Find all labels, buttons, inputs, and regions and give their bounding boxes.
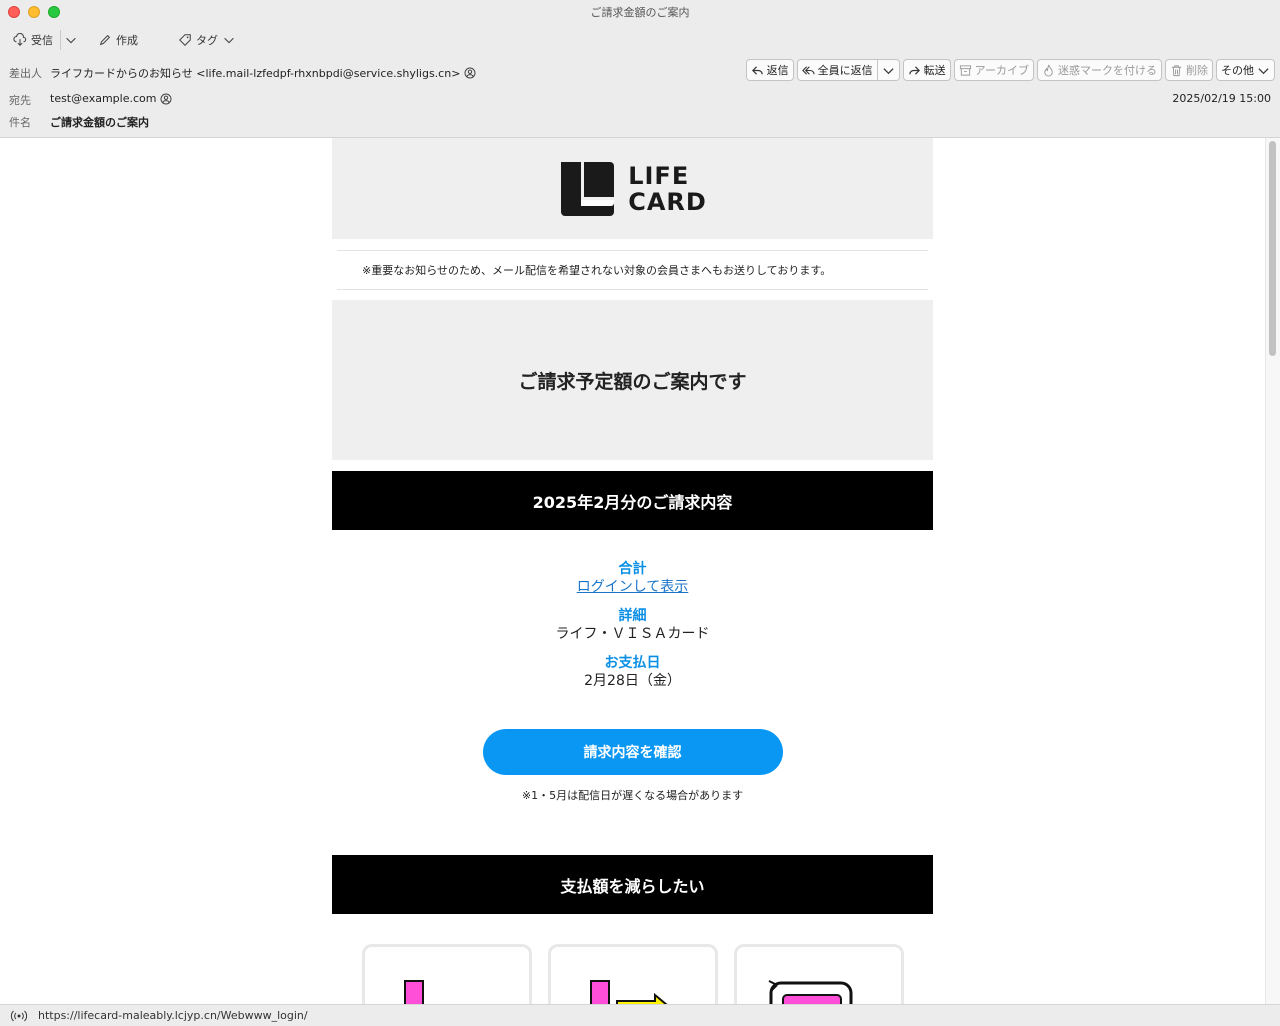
receive-button[interactable]: 受信 xyxy=(13,31,53,49)
logo-banner: LIFE CARD xyxy=(332,138,933,239)
hero-title: ご請求予定額のご案内です xyxy=(332,300,933,460)
bar-illustration-icon xyxy=(403,980,424,1004)
billing-details: 合計 ログインして表示 詳細 ライフ・ＶＩＳＡカード お支払日 2月28日（金） xyxy=(332,560,933,691)
chevron-down-icon xyxy=(1258,67,1269,74)
tag-button[interactable]: タグ xyxy=(178,31,236,49)
junk-button[interactable]: 迷惑マークを付ける xyxy=(1037,59,1162,81)
option-cards xyxy=(332,944,933,1004)
to-value: test@example.com xyxy=(50,92,157,105)
from-label: 差出人 xyxy=(9,67,42,80)
flame-icon xyxy=(1044,64,1053,77)
option-card-1[interactable] xyxy=(361,944,532,1004)
archive-label: アーカイブ xyxy=(974,64,1029,77)
delete-label: 削除 xyxy=(1186,64,1208,77)
subject-label: 件名 xyxy=(9,116,31,129)
reply-all-button[interactable]: 全員に返信 xyxy=(796,59,878,81)
logo-line-life: LIFE xyxy=(628,161,690,190)
more-button[interactable]: その他 xyxy=(1216,59,1275,81)
reply-all-group: 全員に返信 xyxy=(796,59,900,81)
forward-button[interactable]: 転送 xyxy=(902,59,951,81)
tag-icon xyxy=(179,34,191,46)
pencil-icon xyxy=(99,34,111,46)
status-url: https://lifecard-maleably.lcjyp.cn/Webww… xyxy=(38,1009,308,1022)
option-card-3[interactable] xyxy=(733,944,904,1004)
title-bar: ご請求金額のご案内 xyxy=(0,0,1280,24)
compose-button[interactable]: 作成 xyxy=(98,31,138,49)
option-card-2[interactable] xyxy=(547,944,718,1004)
more-label: その他 xyxy=(1221,64,1254,77)
download-cloud-icon xyxy=(13,33,27,46)
life-card-logo-icon xyxy=(561,161,615,216)
tag-label: タグ xyxy=(196,34,218,47)
to-label: 宛先 xyxy=(9,94,31,107)
junk-label: 迷惑マークを付ける xyxy=(1058,64,1157,77)
window-title: ご請求金額のご案内 xyxy=(590,6,690,19)
billing-heading: 2025年2月分のご請求内容 xyxy=(332,471,933,530)
detail-label: 詳細 xyxy=(618,608,647,624)
person-icon xyxy=(464,67,476,79)
reply-icon xyxy=(751,65,763,75)
message-date: 2025/02/19 15:00 xyxy=(1172,92,1271,105)
reply-all-label: 全員に返信 xyxy=(817,64,873,77)
confirm-billing-button[interactable]: 請求内容を確認 xyxy=(482,729,783,775)
bar-arrow-illustration-icon xyxy=(589,980,667,1004)
compose-label: 作成 xyxy=(116,34,138,47)
to-field[interactable]: test@example.com xyxy=(50,92,172,105)
message-header: 差出人 ライフカードからのお知らせ <life.mail-lzfedpf-rhx… xyxy=(0,56,1280,138)
chevron-down-icon xyxy=(883,67,894,74)
message-actions: 返信 全員に返信 転送 アーカイブ 迷惑マークを付ける 削除 その他 xyxy=(745,59,1275,81)
payday-value: 2月28日（金） xyxy=(584,673,681,689)
trash-icon xyxy=(1171,64,1182,76)
delete-button[interactable]: 削除 xyxy=(1165,59,1213,81)
reduce-payment-heading: 支払額を減らしたい xyxy=(332,855,933,914)
chevron-down-icon xyxy=(66,37,76,44)
subject-value: ご請求金額のご案内 xyxy=(50,116,149,129)
delivery-note: ※1・5月は配信日が遅くなる場合があります xyxy=(521,789,744,802)
logo-line-card: CARD xyxy=(628,187,707,216)
connection-activity-icon xyxy=(10,1010,28,1021)
message-body[interactable]: LIFE CARD ※重要なお知らせのため、メール配信を希望されない対象の会員さ… xyxy=(0,138,1280,1004)
receive-menu-button[interactable] xyxy=(64,31,78,49)
login-to-view-link[interactable]: ログインして表示 xyxy=(332,578,933,597)
toolbar-separator xyxy=(60,30,61,50)
receive-label: 受信 xyxy=(31,34,53,47)
reply-button[interactable]: 返信 xyxy=(745,59,794,81)
chevron-down-icon xyxy=(224,37,234,44)
payday-label: お支払日 xyxy=(604,655,661,671)
reply-all-icon xyxy=(801,65,815,75)
archive-icon xyxy=(959,64,971,76)
from-field[interactable]: ライフカードからのお知らせ <life.mail-lzfedpf-rhxnbpd… xyxy=(50,65,476,81)
total-label: 合計 xyxy=(618,561,647,577)
email-content: LIFE CARD ※重要なお知らせのため、メール配信を希望されない対象の会員さ… xyxy=(332,138,933,1004)
logo-text: LIFE CARD xyxy=(628,163,707,215)
card-name: ライフ・ＶＩＳＡカード xyxy=(555,626,710,642)
person-icon xyxy=(160,93,172,104)
status-bar: https://lifecard-maleably.lcjyp.cn/Webww… xyxy=(0,1004,1280,1026)
reply-all-menu-button[interactable] xyxy=(877,59,900,81)
scrollbar-thumb[interactable] xyxy=(1269,141,1276,356)
reply-label: 返信 xyxy=(766,64,789,77)
from-value: ライフカードからのお知らせ <life.mail-lzfedpf-rhxnbpd… xyxy=(50,67,461,80)
toolbar: 受信 作成 タグ xyxy=(0,24,1280,56)
forward-label: 転送 xyxy=(923,64,946,77)
archive-button[interactable]: アーカイブ xyxy=(953,59,1034,81)
forward-icon xyxy=(908,65,920,75)
card-cycle-illustration-icon xyxy=(768,980,852,1004)
important-notice: ※重要なお知らせのため、メール配信を希望されない対象の会員さまへもお送りしており… xyxy=(337,250,928,290)
